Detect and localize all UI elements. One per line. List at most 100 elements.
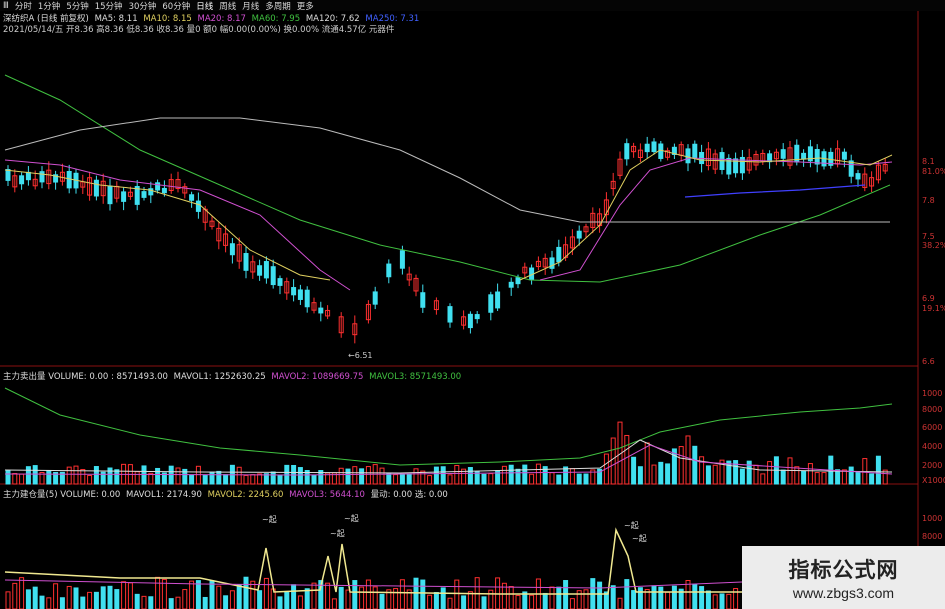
position-bar xyxy=(121,581,127,609)
volume-bar xyxy=(311,474,317,485)
position-bar xyxy=(107,585,113,609)
volume-bar xyxy=(134,471,140,485)
position-bar xyxy=(66,585,72,609)
candle-body xyxy=(19,175,25,185)
axis-label: 6.6 xyxy=(922,357,935,366)
candle-body xyxy=(277,278,283,286)
volume-bar xyxy=(801,470,807,485)
candle-body xyxy=(39,171,45,183)
volume-bar xyxy=(569,468,575,485)
volume-bar xyxy=(658,461,664,485)
candles xyxy=(5,136,888,344)
position-bar xyxy=(161,578,167,609)
candle-body xyxy=(161,187,167,194)
position-bar xyxy=(236,584,242,609)
volume-bar xyxy=(814,472,820,485)
volume-bar xyxy=(393,474,399,485)
ma10-line xyxy=(519,149,893,281)
position-bar xyxy=(175,596,181,609)
position-bar xyxy=(556,586,562,609)
volume-bar xyxy=(481,473,487,485)
volume-bar xyxy=(454,464,460,485)
ma-lines xyxy=(4,74,893,291)
signal-label: ~起 xyxy=(330,529,345,538)
volume-bar xyxy=(624,434,630,485)
position-bar xyxy=(325,582,331,609)
position-bar xyxy=(617,597,623,609)
position-bar xyxy=(263,577,269,609)
position-bar xyxy=(250,580,256,609)
position-bar xyxy=(597,581,603,609)
position-bar xyxy=(372,586,378,609)
position-bar xyxy=(100,586,106,609)
volume-bar xyxy=(277,474,283,485)
candle-body xyxy=(291,287,297,296)
volume-bar xyxy=(87,475,93,485)
volume-bar xyxy=(739,468,745,485)
position-bar xyxy=(277,596,283,609)
candle-body xyxy=(814,149,820,165)
position-bar xyxy=(699,586,705,609)
volume-bar xyxy=(73,465,79,485)
volume-bar xyxy=(338,467,344,485)
volume-bar xyxy=(447,474,453,485)
volume-bar xyxy=(19,473,25,485)
volume-bar xyxy=(352,466,358,485)
volume-bar xyxy=(223,474,229,485)
candle-body xyxy=(447,306,453,323)
candle-body xyxy=(576,230,582,239)
volume-bar xyxy=(529,473,535,485)
position-bar xyxy=(80,596,86,609)
volume-bar xyxy=(413,468,419,485)
volume-bar xyxy=(427,475,433,485)
candle-body xyxy=(66,170,72,189)
position-bar xyxy=(243,576,249,609)
candle-body xyxy=(515,277,521,285)
volume-bar xyxy=(12,473,18,485)
volume-bar xyxy=(216,470,222,485)
candle-body xyxy=(263,261,269,279)
candle-body xyxy=(508,281,514,288)
axis-label: 6.9 xyxy=(922,294,935,303)
volume-bar xyxy=(780,469,786,485)
signal-label: ~起 xyxy=(344,514,359,523)
candle-body xyxy=(658,143,664,159)
volume-bar xyxy=(508,464,514,485)
candle-body xyxy=(420,292,426,308)
volume-bar xyxy=(631,456,637,485)
position-bar xyxy=(515,594,521,609)
candle-body xyxy=(243,253,249,271)
volume-bar xyxy=(869,473,875,485)
volume-bar xyxy=(807,463,813,485)
position-bar xyxy=(447,597,453,609)
axis-label: 1000 xyxy=(922,389,943,398)
candle-body xyxy=(488,294,494,313)
volume-bar xyxy=(270,471,276,485)
volume-bar xyxy=(359,468,365,485)
volume-bar xyxy=(46,470,52,485)
volume-bar xyxy=(692,445,698,485)
volume-bar xyxy=(576,473,582,485)
position-bar xyxy=(399,579,405,609)
volume-bar xyxy=(155,467,161,485)
position-bar xyxy=(359,586,365,609)
candle-body xyxy=(93,179,99,197)
volume-bar xyxy=(168,465,174,485)
kline-chart[interactable] xyxy=(0,0,945,609)
volume-bar xyxy=(209,471,215,485)
volume-bar xyxy=(379,467,385,485)
position-bar xyxy=(141,595,147,609)
mavol2-line xyxy=(4,444,893,476)
position-bar xyxy=(182,589,188,609)
position-bar xyxy=(338,586,344,609)
position-bar xyxy=(93,591,99,609)
axis-label: 7.5 xyxy=(922,232,935,241)
position-bar xyxy=(393,588,399,609)
axis-label: 19.1% xyxy=(922,304,945,313)
position-bar xyxy=(481,596,487,609)
position-bar xyxy=(59,597,65,609)
candle-body xyxy=(270,266,276,286)
volume-bar xyxy=(257,473,263,485)
candle-body xyxy=(624,143,630,160)
position-bar xyxy=(229,590,235,609)
